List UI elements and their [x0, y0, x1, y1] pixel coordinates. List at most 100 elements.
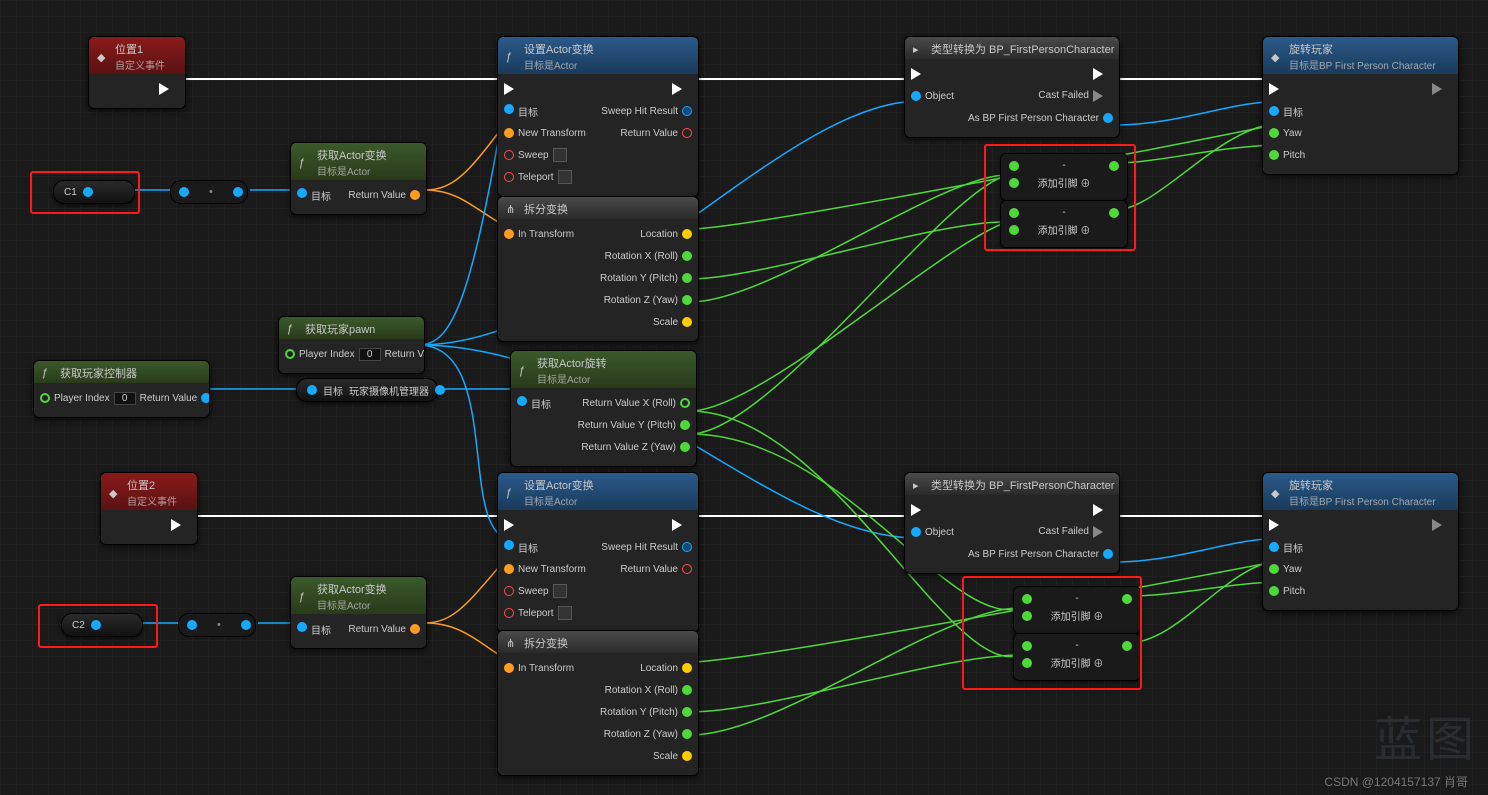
rotate-player-1[interactable]: ◆旋转玩家目标是BP First Person Character 目标 Yaw… — [1262, 36, 1459, 175]
pin-ret[interactable] — [410, 190, 420, 200]
event-icon: ◆ — [109, 487, 121, 499]
func-icon: ƒ — [519, 365, 531, 377]
pin-rx[interactable] — [680, 398, 690, 408]
pin-rz[interactable] — [680, 442, 690, 452]
pin-rz[interactable] — [682, 295, 692, 305]
pin-target[interactable] — [517, 396, 527, 406]
exec-in[interactable] — [1269, 83, 1289, 95]
exec-out[interactable] — [672, 83, 692, 95]
pin-idx[interactable] — [40, 393, 50, 403]
node-title: 获取Actor旋转 — [537, 355, 607, 371]
node-title: 获取Actor变换 — [317, 147, 387, 163]
pin-loc[interactable] — [682, 229, 692, 239]
pin-sweephit[interactable] — [682, 106, 692, 116]
pin-teleport[interactable] — [504, 172, 514, 182]
var-c1[interactable]: C1 — [53, 180, 135, 204]
exec-out[interactable] — [1093, 68, 1113, 80]
node-sub: 自定义事件 — [127, 493, 177, 508]
exec-out[interactable] — [1432, 83, 1452, 95]
pin-pitch[interactable] — [1269, 150, 1279, 160]
node-sub: 目标是Actor — [317, 597, 387, 612]
pin-ret[interactable] — [682, 128, 692, 138]
node-title: 设置Actor变换 — [524, 41, 594, 57]
pin-idx[interactable] — [285, 349, 295, 359]
cast-icon: ▸ — [913, 43, 925, 55]
pin-target[interactable] — [297, 188, 307, 198]
get-player-controller[interactable]: ƒ获取玩家控制器 Player Index0Return Value — [33, 360, 210, 418]
get-actor-transform-1[interactable]: ƒ获取Actor变换目标是Actor 目标Return Value — [290, 142, 427, 215]
reroute-c1[interactable]: • — [170, 180, 248, 204]
exec-in[interactable] — [911, 68, 931, 80]
get-player-pawn[interactable]: ƒ获取玩家pawn Player Index0Return Value — [278, 316, 425, 374]
node-title: 旋转玩家 — [1289, 41, 1436, 57]
exec-out[interactable] — [171, 519, 191, 531]
event-pos1[interactable]: ◆位置1自定义事件 — [88, 36, 186, 109]
teleport-check[interactable] — [558, 170, 572, 184]
node-title: 位置1 — [115, 41, 165, 57]
node-title: 拆分变换 — [524, 635, 568, 651]
pin-as[interactable] — [1103, 113, 1113, 123]
subtract-node-1a[interactable]: - 添加引脚 ⊕ — [1000, 153, 1128, 201]
pin-ry[interactable] — [682, 273, 692, 283]
pin-object[interactable] — [911, 91, 921, 101]
node-sub: 目标是Actor — [524, 57, 594, 72]
rotate-player-2[interactable]: ◆旋转玩家目标是BP First Person Character 目标 Yaw… — [1262, 472, 1459, 611]
set-actor-transform-1[interactable]: ƒ设置Actor变换目标是Actor 目标Sweep Hit Result Ne… — [497, 36, 699, 197]
pin-newtransform[interactable] — [504, 128, 514, 138]
pin-target[interactable] — [504, 104, 514, 114]
node-title: 获取玩家控制器 — [60, 365, 137, 381]
exec-out[interactable] — [159, 83, 179, 95]
node-title: 类型转换为 BP_FirstPersonCharacter — [931, 477, 1114, 493]
break-icon: ⋔ — [506, 203, 518, 215]
node-title: 拆分变换 — [524, 201, 568, 217]
subtract-node-2b[interactable]: - 添加引脚 ⊕ — [1013, 633, 1141, 681]
node-sub: 目标是Actor — [524, 493, 594, 508]
break-transform-1[interactable]: ⋔拆分变换 In TransformLocation Rotation X (R… — [497, 196, 699, 342]
break-transform-2[interactable]: ⋔拆分变换 In TransformLocation Rotation X (R… — [497, 630, 699, 776]
watermark-text: CSDN @1204157137 肖哥 — [1324, 773, 1468, 790]
get-actor-rotation[interactable]: ƒ获取Actor旋转目标是Actor 目标Return Value X (Rol… — [510, 350, 697, 467]
watermark-logo: 蓝图 — [1374, 700, 1478, 770]
pin-yaw[interactable] — [1269, 128, 1279, 138]
subtract-node-2a[interactable]: - 添加引脚 ⊕ — [1013, 586, 1141, 634]
node-sub: 目标是BP First Person Character — [1289, 493, 1436, 508]
node-sub: 目标是BP First Person Character — [1289, 57, 1436, 72]
event-pos2[interactable]: ◆ 位置2自定义事件 — [100, 472, 198, 545]
func-icon: ƒ — [299, 157, 311, 169]
camera-manager[interactable]: 目标玩家摄像机管理器 — [296, 378, 438, 402]
reroute-c2[interactable]: • — [178, 613, 256, 637]
node-title: 设置Actor变换 — [524, 477, 594, 493]
get-actor-transform-2[interactable]: ƒ获取Actor变换目标是Actor 目标Return Value — [290, 576, 427, 649]
func-icon: ƒ — [42, 367, 54, 379]
node-sub: 目标是Actor — [317, 163, 387, 178]
node-title: 类型转换为 BP_FirstPersonCharacter — [931, 41, 1114, 57]
node-title: 位置2 — [127, 477, 177, 493]
exec-fail[interactable] — [1093, 90, 1113, 102]
pin-in[interactable] — [504, 229, 514, 239]
func-icon: ƒ — [506, 51, 518, 63]
cast-node-2[interactable]: ▸类型转换为 BP_FirstPersonCharacter ObjectCas… — [904, 472, 1120, 574]
node-title: 获取玩家pawn — [305, 321, 375, 337]
pin-ret[interactable] — [201, 393, 210, 403]
pin-target[interactable] — [1269, 106, 1279, 116]
var-c2[interactable]: C2 — [61, 613, 143, 637]
cast-node-1[interactable]: ▸类型转换为 BP_FirstPersonCharacter ObjectCas… — [904, 36, 1120, 138]
pin-out[interactable] — [83, 187, 93, 197]
func-icon: ƒ — [287, 323, 299, 335]
pin-rx[interactable] — [682, 251, 692, 261]
cast-icon: ▸ — [913, 479, 925, 491]
sweep-check[interactable] — [553, 148, 567, 162]
node-sub: 目标是Actor — [537, 371, 607, 386]
subtract-node-1b[interactable]: - 添加引脚 ⊕ — [1000, 200, 1128, 248]
set-actor-transform-2[interactable]: ƒ设置Actor变换目标是Actor 目标Sweep Hit Result Ne… — [497, 472, 699, 633]
pin-ry[interactable] — [680, 420, 690, 430]
node-title: 获取Actor变换 — [317, 581, 387, 597]
exec-in[interactable] — [504, 83, 524, 95]
break-icon: ⋔ — [506, 637, 518, 649]
pin-scale[interactable] — [682, 317, 692, 327]
node-title: 旋转玩家 — [1289, 477, 1436, 493]
pin-sweep[interactable] — [504, 150, 514, 160]
func-icon: ƒ — [299, 591, 311, 603]
event-icon: ◆ — [1271, 51, 1283, 63]
func-icon: ƒ — [506, 487, 518, 499]
